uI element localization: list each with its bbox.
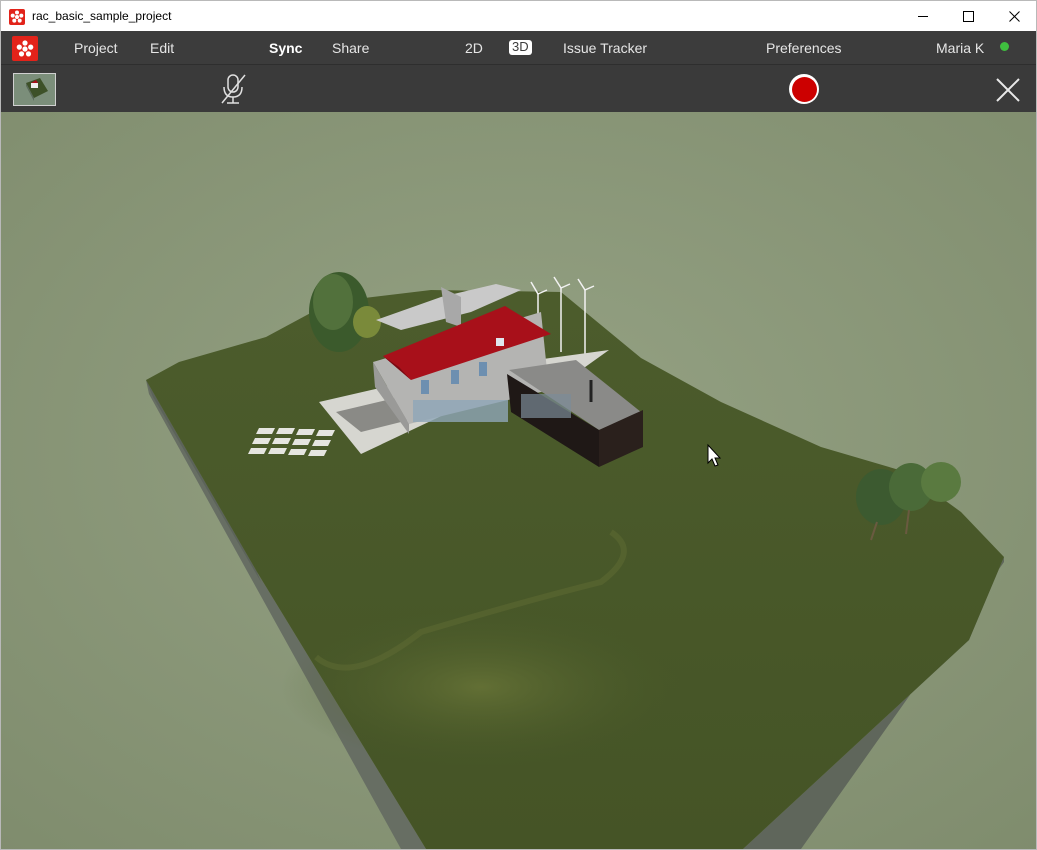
view-2d-toggle[interactable]: 2D <box>465 40 483 56</box>
microphone-mute-button[interactable] <box>218 73 248 105</box>
3d-viewport[interactable] <box>1 112 1036 849</box>
app-logo-icon <box>9 9 25 25</box>
model-thumbnail-image <box>14 74 55 105</box>
close-icon <box>1008 10 1020 22</box>
maximize-button[interactable] <box>945 1 991 31</box>
minimize-button[interactable] <box>900 1 946 31</box>
close-x-icon <box>996 78 1020 102</box>
user-name[interactable]: Maria K <box>936 40 984 56</box>
model-thumbnail-button[interactable] <box>13 73 56 106</box>
toolbar <box>1 64 1036 112</box>
menu-share[interactable]: Share <box>332 40 369 56</box>
microphone-off-icon <box>221 74 246 104</box>
window-titlebar: rac_basic_sample_project <box>0 0 1037 31</box>
window-border-left <box>0 31 1 850</box>
menu-edit[interactable]: Edit <box>150 40 174 56</box>
close-window-button[interactable] <box>991 1 1037 31</box>
record-button[interactable] <box>789 74 819 104</box>
menu-preferences[interactable]: Preferences <box>766 40 841 56</box>
minimize-icon <box>917 15 928 17</box>
record-icon <box>791 76 817 102</box>
online-status-indicator <box>1000 42 1009 51</box>
view-3d-toggle[interactable]: 3D <box>509 40 532 55</box>
window-title: rac_basic_sample_project <box>32 9 172 23</box>
app-logo-icon <box>16 39 34 56</box>
menu-issue-tracker[interactable]: Issue Tracker <box>563 40 647 56</box>
menu-bar: Project Edit Sync Share 2D 3D Issue Trac… <box>1 31 1036 64</box>
app-logo-button[interactable] <box>12 36 38 61</box>
menu-project[interactable]: Project <box>74 40 118 56</box>
maximize-icon <box>962 10 974 22</box>
exit-view-button[interactable] <box>995 77 1021 103</box>
menu-sync[interactable]: Sync <box>269 40 302 56</box>
